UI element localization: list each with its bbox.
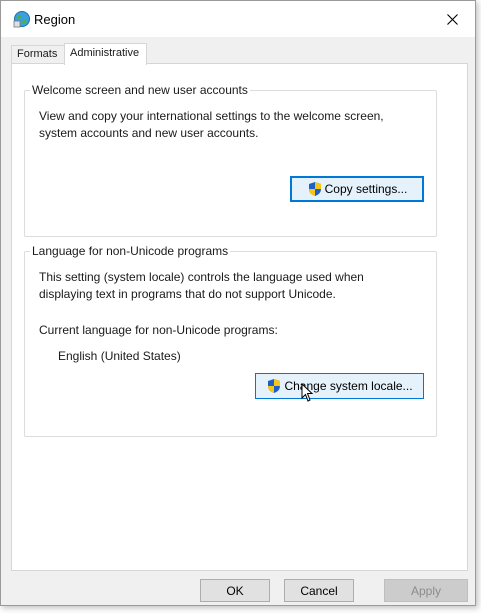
administrative-panel: Welcome screen and new user accounts Vie…	[11, 63, 468, 571]
window-title: Region	[34, 12, 76, 27]
change-system-locale-button[interactable]: Change system locale...	[255, 373, 424, 399]
ok-button[interactable]: OK	[200, 579, 270, 602]
non-unicode-group-title: Language for non-Unicode programs	[30, 244, 231, 258]
welcome-description-line1: View and copy your international setting…	[39, 109, 384, 123]
welcome-description-line2: system accounts and new user accounts.	[39, 126, 259, 140]
current-language-value: English (United States)	[58, 349, 181, 363]
region-dialog: Region Formats Administrative Welcome sc…	[0, 0, 476, 606]
apply-button[interactable]: Apply	[384, 579, 468, 602]
current-language-label: Current language for non-Unicode program…	[39, 323, 278, 337]
close-button[interactable]	[429, 1, 475, 37]
copy-settings-label: Copy settings...	[324, 182, 408, 196]
mouse-cursor-icon	[301, 383, 314, 402]
non-unicode-group: Language for non-Unicode programs This s…	[24, 244, 437, 437]
uac-shield-icon	[268, 379, 281, 393]
globe-icon	[13, 11, 30, 28]
cancel-button[interactable]: Cancel	[284, 579, 354, 602]
copy-settings-button[interactable]: Copy settings...	[290, 176, 424, 202]
locale-description-line2: displaying text in programs that do not …	[39, 287, 336, 301]
locale-description-line1: This setting (system locale) controls th…	[39, 270, 364, 284]
close-icon	[446, 13, 458, 25]
tab-administrative[interactable]: Administrative	[64, 43, 147, 65]
welcome-screen-group: Welcome screen and new user accounts Vie…	[24, 83, 437, 237]
title-bar[interactable]: Region	[1, 1, 475, 37]
welcome-group-title: Welcome screen and new user accounts	[30, 83, 250, 97]
tab-formats[interactable]: Formats	[11, 45, 65, 64]
uac-shield-icon	[308, 182, 321, 196]
